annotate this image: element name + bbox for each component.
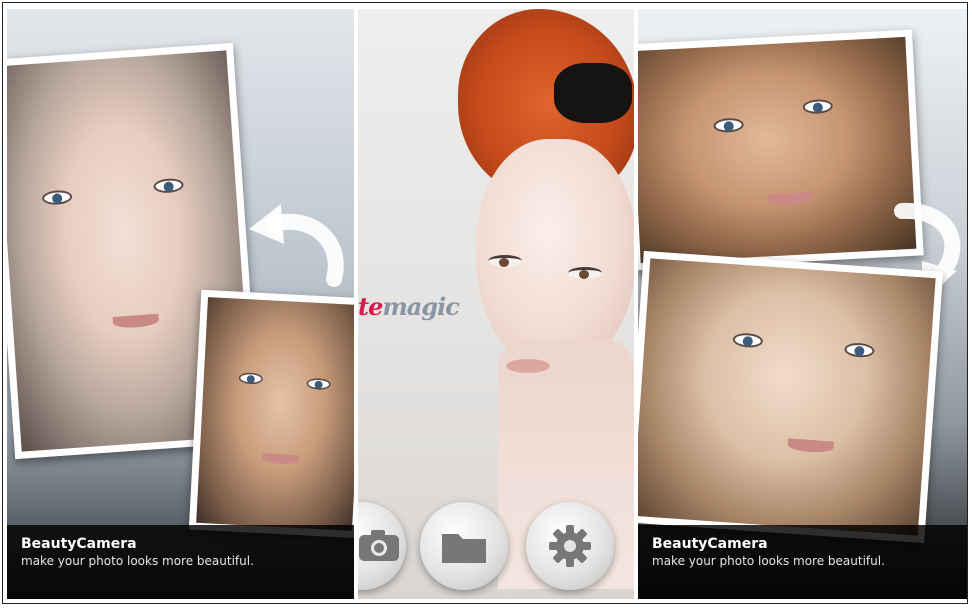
hair-bow	[554, 63, 632, 123]
gallery-button[interactable]	[420, 502, 508, 590]
eye	[306, 377, 331, 391]
camera-button[interactable]	[358, 502, 406, 590]
mouth	[262, 453, 300, 465]
eye	[713, 117, 744, 134]
home-screen-panel: temagic	[358, 9, 634, 599]
app-logo: temagic	[358, 292, 460, 321]
caption-subtitle: make your photo looks more beautiful.	[652, 554, 885, 568]
folder-icon	[442, 534, 486, 563]
before-photo-image	[638, 36, 917, 264]
mouth	[767, 191, 814, 207]
model-eye	[488, 255, 522, 267]
left-caption: BeautyCamera make your photo looks more …	[7, 525, 354, 599]
left-promo-panel: BeautyCamera make your photo looks more …	[7, 9, 354, 599]
mouth	[112, 313, 160, 329]
caption-title: BeautyCamera	[652, 536, 768, 552]
eye	[732, 332, 764, 349]
before-photo	[638, 29, 924, 271]
eye	[41, 189, 73, 206]
caption-subtitle: make your photo looks more beautiful.	[21, 554, 254, 568]
after-photo	[188, 289, 354, 539]
logo-part-2: magic	[382, 292, 459, 321]
camera-icon	[359, 530, 399, 561]
eye	[153, 177, 185, 194]
gear-icon	[549, 525, 591, 567]
model-eye	[568, 267, 602, 279]
right-caption: BeautyCamera make your photo looks more …	[638, 525, 967, 599]
mouth	[787, 438, 835, 454]
after-photo-image	[196, 297, 354, 531]
after-photo	[638, 250, 944, 544]
curved-arrow-icon	[249, 204, 344, 287]
eye	[802, 98, 834, 115]
settings-button[interactable]	[526, 502, 614, 590]
model-face	[476, 139, 634, 369]
logo-part-1: te	[358, 292, 383, 321]
after-photo-image	[638, 258, 936, 536]
caption-title: BeautyCamera	[21, 536, 137, 552]
model-lips	[506, 359, 550, 373]
eye	[238, 372, 264, 385]
right-promo-panel: BeautyCamera make your photo looks more …	[638, 9, 967, 599]
eye	[844, 342, 875, 359]
screenshot-frame: BeautyCamera make your photo looks more …	[2, 2, 968, 604]
